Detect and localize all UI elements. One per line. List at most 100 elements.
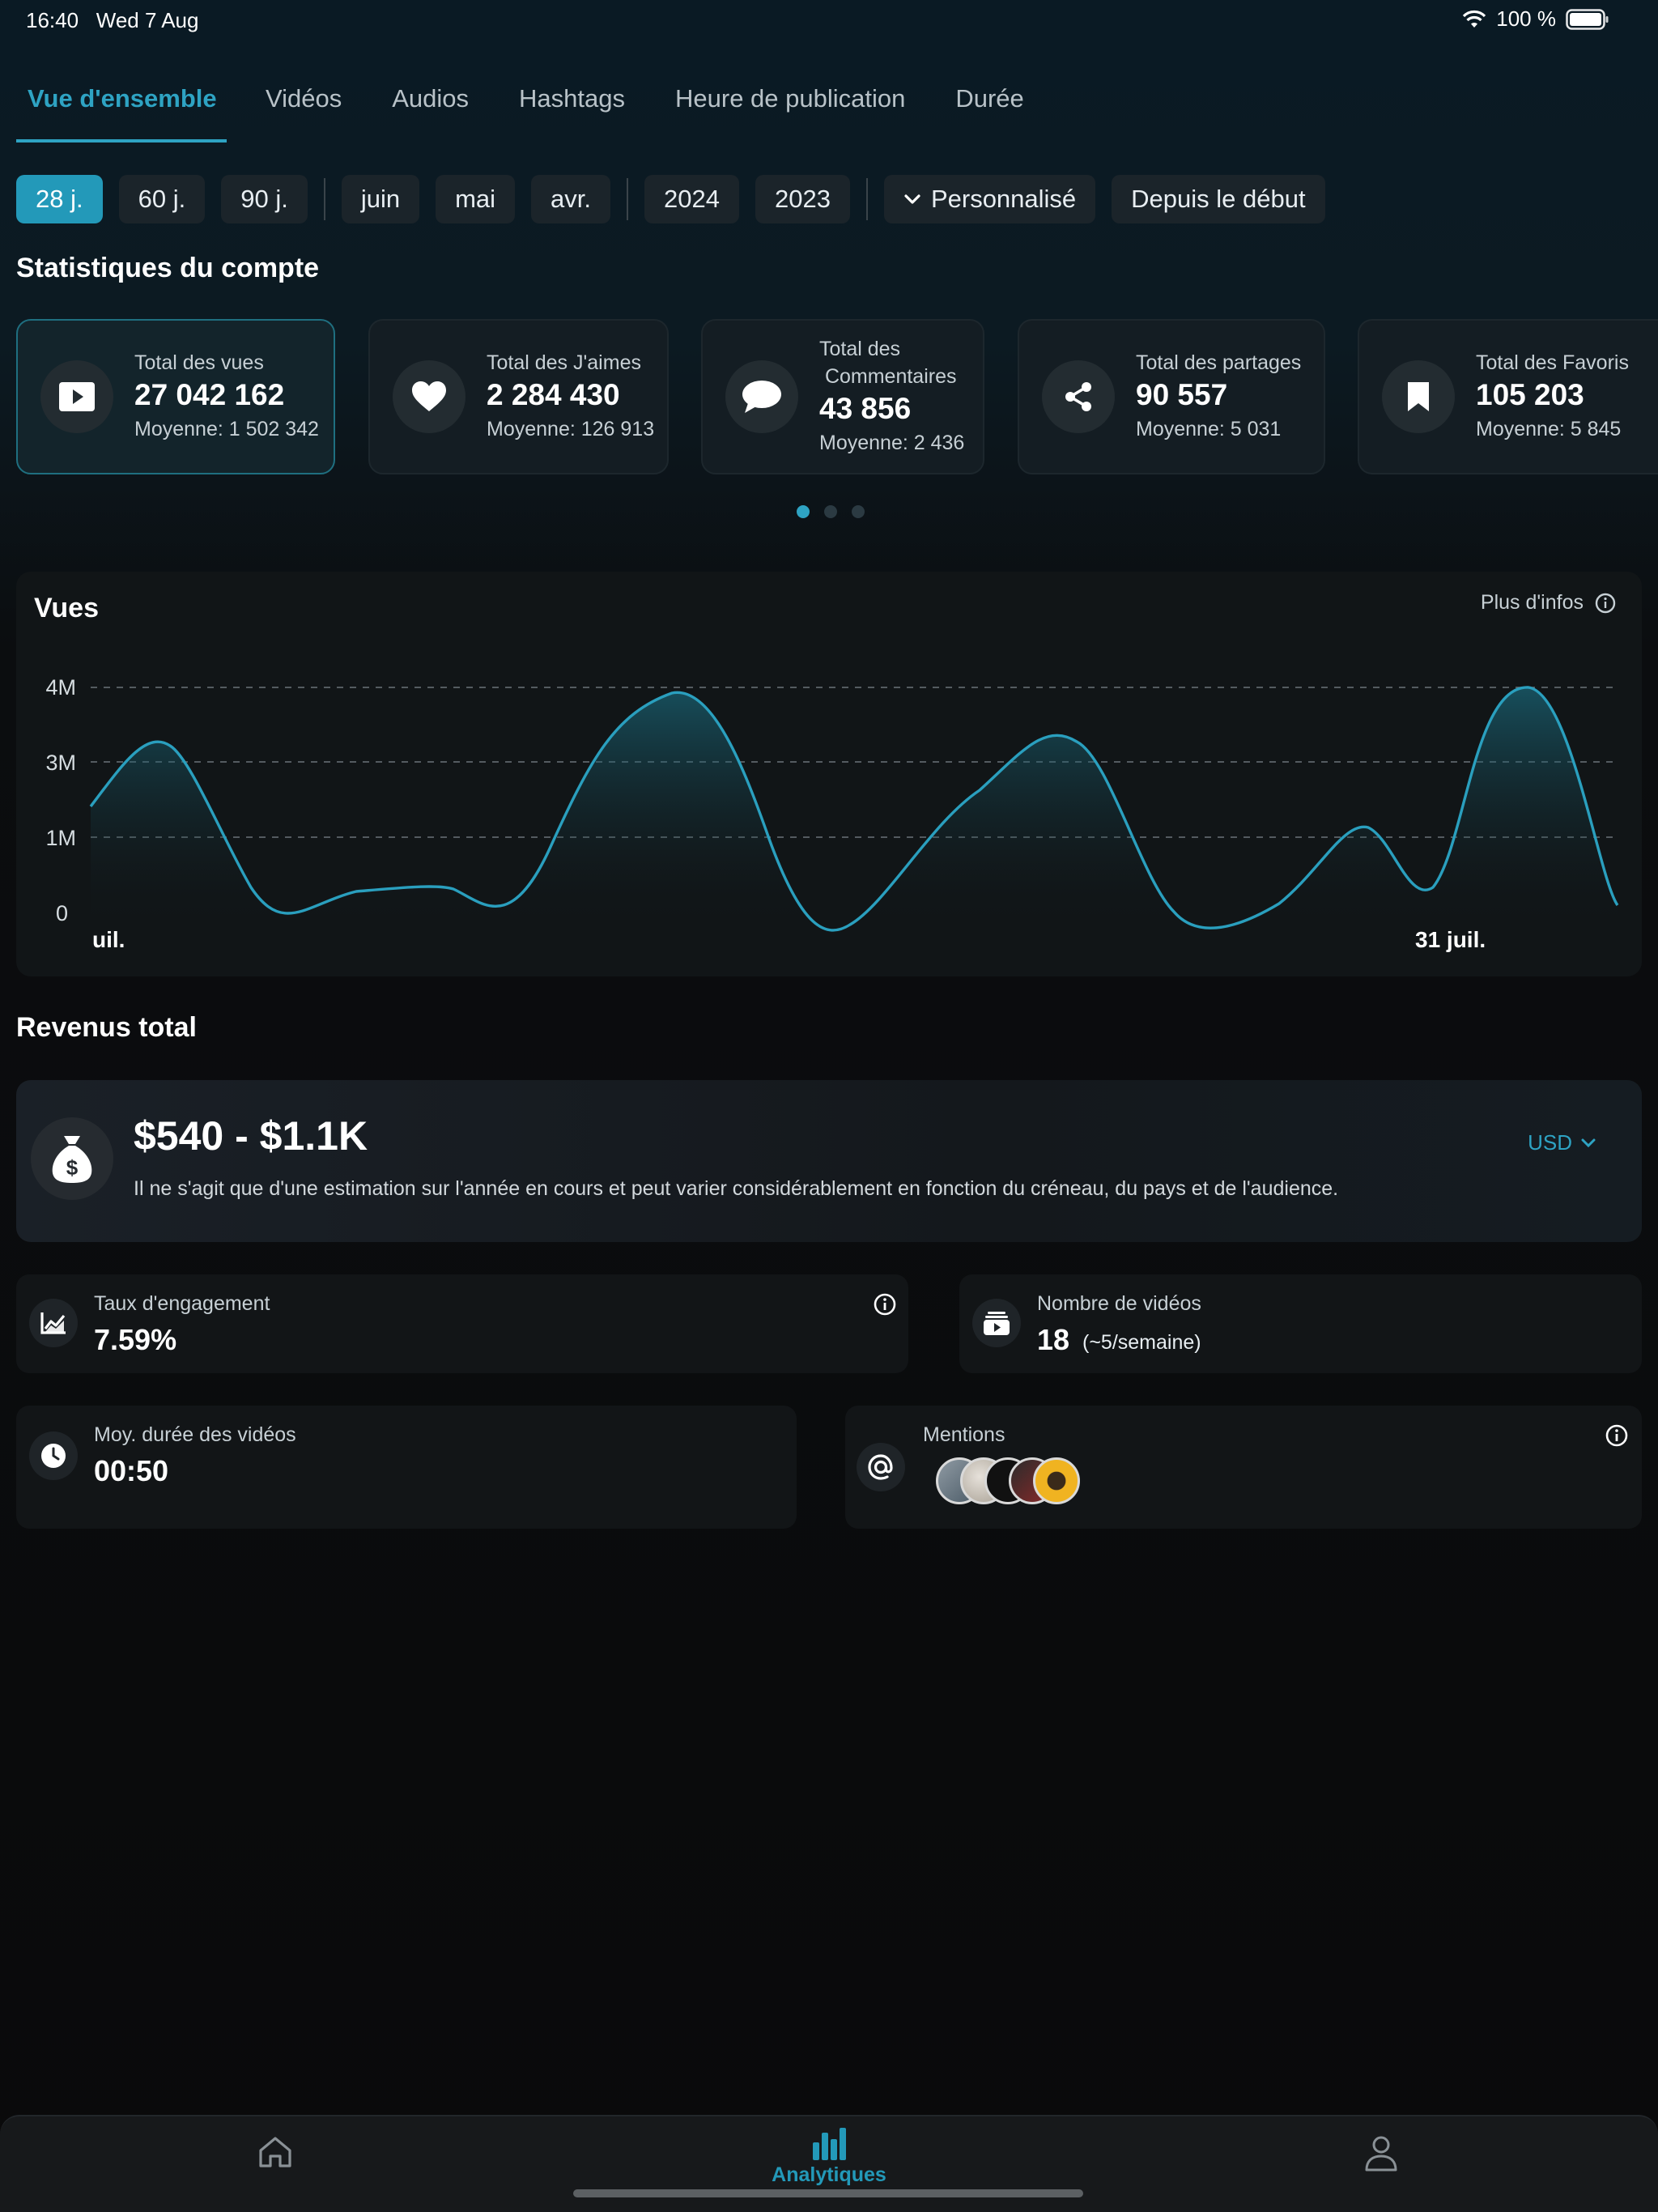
pager-dot[interactable] <box>852 505 865 518</box>
money-bag-icon: $ <box>31 1117 113 1200</box>
tab-audios[interactable]: Audios <box>380 81 480 143</box>
home-icon <box>259 2137 291 2167</box>
filter-divider <box>323 178 325 220</box>
filter-custom[interactable]: Personnalisé <box>883 175 1096 223</box>
stat-value: 43 856 <box>819 392 912 425</box>
stat-label: Total des vues <box>134 351 264 374</box>
stat-value: 90 557 <box>1136 378 1228 411</box>
currency-label: USD <box>1528 1130 1572 1155</box>
revenue-card: $ $540 - $1.1K Il ne s'agit que d'une es… <box>16 1080 1642 1242</box>
stat-average: Moyenne: 1 502 342 <box>134 418 319 440</box>
status-date: Wed 7 Aug <box>96 8 199 32</box>
revenue-title: Revenus total <box>16 1012 197 1043</box>
account-stats-title: Statistiques du compte <box>16 253 320 283</box>
stat-average: Moyenne: 2 436 <box>819 432 965 454</box>
stat-card-shares[interactable]: Total des partages 90 557 Moyenne: 5 031 <box>1018 319 1325 474</box>
chevron-down-icon <box>904 194 920 204</box>
filter-divider <box>865 178 868 220</box>
bar-chart-icon <box>813 2128 846 2160</box>
filter-90-days[interactable]: 90 j. <box>221 175 308 223</box>
filter-60-days[interactable]: 60 j. <box>118 175 206 223</box>
stat-card-comments[interactable]: Total des Commentaires 43 856 Moyenne: 2… <box>701 319 984 474</box>
stat-value: 105 203 <box>1476 378 1584 411</box>
tab-duration[interactable]: Durée <box>944 81 1035 143</box>
filter-divider <box>627 178 629 220</box>
y-tick-label: 1M <box>45 826 76 850</box>
stat-average: Moyenne: 5 845 <box>1476 418 1622 440</box>
currency-select[interactable]: USD <box>1528 1130 1596 1155</box>
stat-card-likes[interactable]: Total des J'aimes 2 284 430 Moyenne: 126… <box>368 319 669 474</box>
carousel-pager <box>797 505 865 518</box>
battery-icon <box>1566 8 1609 30</box>
avg-duration-card: Moy. durée des vidéos 00:50 <box>16 1406 797 1529</box>
filter-28-days[interactable]: 28 j. <box>16 175 103 223</box>
x-axis-label: 31 juil. <box>1415 927 1486 952</box>
revenue-value: $540 - $1.1K <box>134 1113 368 1159</box>
nav-home[interactable] <box>257 2134 293 2174</box>
filter-may[interactable]: mai <box>436 175 516 223</box>
filter-2023[interactable]: 2023 <box>755 175 850 223</box>
mentions-label: Mentions <box>923 1423 1005 1446</box>
pager-dot[interactable] <box>797 505 810 518</box>
filter-2024[interactable]: 2024 <box>644 175 739 223</box>
nav-analytics-label: Analytiques <box>772 2163 886 2186</box>
avg-duration-label: Moy. durée des vidéos <box>94 1423 296 1446</box>
stat-label: Total des <box>819 338 901 360</box>
video-frequency: (~5/semaine) <box>1082 1331 1201 1354</box>
mentions-card: Mentions <box>845 1406 1642 1529</box>
stat-average: Moyenne: 126 913 <box>487 418 655 440</box>
avg-duration-value: 00:50 <box>94 1454 169 1487</box>
engagement-label: Taux d'engagement <box>94 1292 270 1315</box>
engagement-card: Taux d'engagement 7.59% <box>16 1274 908 1373</box>
wifi-icon <box>1463 10 1486 28</box>
stat-label: Total des Favoris <box>1476 351 1629 374</box>
views-area <box>91 687 1618 930</box>
x-axis-label: uil. <box>92 927 125 952</box>
tab-overview[interactable]: Vue d'ensemble <box>16 81 227 143</box>
filter-since-start[interactable]: Depuis le début <box>1112 175 1325 223</box>
y-tick-label: 4M <box>45 675 76 700</box>
revenue-description: Il ne s'agit que d'une estimation sur l'… <box>134 1177 1339 1200</box>
analytics-tabs: Vue d'ensemble Vidéos Audios Hashtags He… <box>16 81 1035 143</box>
stat-label-line2: Commentaires <box>819 365 957 388</box>
bottom-navigation: Analytiques <box>0 2115 1658 2212</box>
chevron-down-icon <box>1581 1138 1596 1147</box>
date-filters: 28 j. 60 j. 90 j. juin mai avr. 2024 202… <box>16 175 1325 223</box>
info-icon[interactable] <box>873 1292 897 1317</box>
video-count-label: Nombre de vidéos <box>1037 1292 1201 1315</box>
clock-icon <box>29 1431 78 1480</box>
y-tick-label: 3M <box>45 751 76 775</box>
pager-dot[interactable] <box>824 505 837 518</box>
battery-percent: 100 % <box>1496 6 1556 31</box>
status-clock: 16:40 <box>26 8 79 32</box>
filter-june[interactable]: juin <box>341 175 420 223</box>
status-time: 16:40 Wed 7 Aug <box>26 8 198 33</box>
status-indicators: 100 % <box>1462 6 1609 32</box>
filter-custom-label: Personnalisé <box>930 185 1077 213</box>
stat-label: Total des partages <box>1136 351 1302 374</box>
nav-profile[interactable] <box>1363 2134 1399 2176</box>
stat-average: Moyenne: 5 031 <box>1136 418 1282 440</box>
chart-trend-icon <box>29 1299 78 1347</box>
nav-analytics[interactable]: Analytiques <box>769 2125 889 2187</box>
y-tick-label: 0 <box>56 901 68 925</box>
stat-value: 27 042 162 <box>134 378 285 411</box>
user-icon <box>1365 2136 1397 2172</box>
play-icon <box>40 360 113 433</box>
home-indicator <box>573 2189 1083 2197</box>
mentions-avatars[interactable] <box>936 1457 1090 1508</box>
comment-icon <box>725 360 798 433</box>
avatar[interactable] <box>1033 1457 1080 1504</box>
info-icon[interactable] <box>1605 1423 1629 1448</box>
stat-card-favorites[interactable]: Total des Favoris 105 203 Moyenne: 5 845 <box>1358 319 1658 474</box>
video-stack-icon <box>972 1299 1021 1347</box>
views-line-chart: 4M 3M 1M 0 uil. 31 juil. <box>45 675 1619 952</box>
filter-april[interactable]: avr. <box>531 175 611 223</box>
video-count-value: 18 <box>1037 1323 1070 1356</box>
stat-card-views[interactable]: Total des vues 27 042 162 Moyenne: 1 502… <box>16 319 335 474</box>
stat-label: Total des J'aimes <box>487 351 641 374</box>
tab-videos[interactable]: Vidéos <box>254 81 353 143</box>
tab-post-time[interactable]: Heure de publication <box>664 81 916 143</box>
at-sign-icon <box>857 1443 905 1491</box>
tab-hashtags[interactable]: Hashtags <box>508 81 636 143</box>
